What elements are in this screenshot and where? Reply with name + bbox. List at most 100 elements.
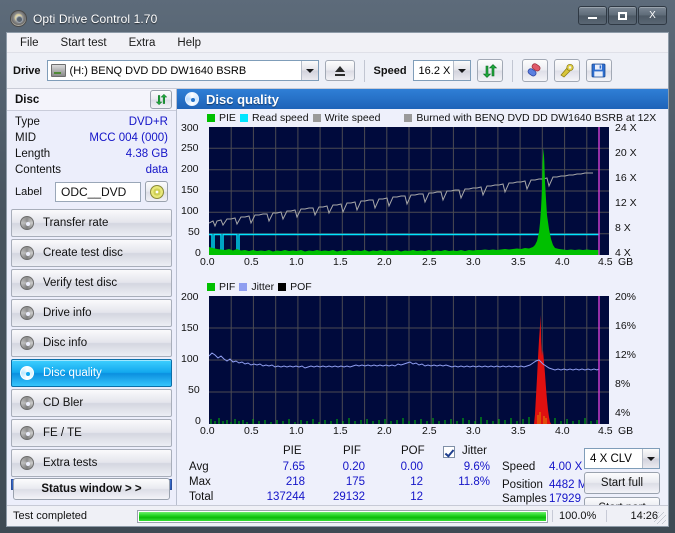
pie-chart-legend: PIE Read speed Write speed Burned with B… (177, 111, 668, 125)
toolbar-divider (363, 59, 365, 82)
pie-ytick-250: 250 (181, 142, 199, 154)
disc-icon (185, 92, 199, 106)
disc-label-label: Label (15, 185, 42, 198)
sidebar-item-create-test-disc[interactable]: Create test disc (11, 239, 172, 267)
legend-swatch-pof (278, 283, 287, 291)
disc-info-row: Type DVD+R (15, 114, 168, 130)
pif-ytick-150: 150 (181, 322, 199, 334)
disc-label-input[interactable]: ODC__DVD (55, 181, 141, 202)
drive-select-value: (H:) BENQ DVD DD DW1640 BSRB (69, 64, 247, 77)
sidebar-item-label: CD Bler (43, 397, 84, 409)
sidebar-item-disc-quality[interactable]: Disc quality (11, 359, 172, 387)
pie-xtick-8: 4.0 (555, 256, 570, 268)
resize-grip-icon[interactable] (654, 512, 666, 524)
save-icon (591, 63, 606, 78)
maximize-button[interactable] (608, 6, 637, 25)
pie-xtick-3: 1.5 (333, 256, 348, 268)
sidebar-item-cd-bler[interactable]: CD Bler (11, 389, 172, 417)
legend-swatch-write-speed (312, 114, 321, 122)
save-button[interactable] (585, 59, 612, 82)
pif-xtick-6: 3.0 (466, 425, 481, 437)
sidebar-item-extra-tests[interactable]: Extra tests (11, 449, 172, 477)
menu-help[interactable]: Help (174, 36, 204, 50)
pie-xtick-9: 4.5 (598, 256, 613, 268)
disc-label-value: ODC__DVD (61, 184, 127, 199)
sidebar-item-transfer-rate[interactable]: Transfer rate (11, 209, 172, 237)
progress-bar (137, 509, 548, 523)
menu-start-test[interactable]: Start test (58, 36, 110, 50)
stats-header-jitter: Jitter (462, 445, 487, 457)
stats-avg-pof: 0.00 (400, 461, 423, 473)
chevron-down-icon[interactable] (300, 61, 318, 80)
status-message: Test completed (13, 510, 87, 522)
drive-select[interactable]: (H:) BENQ DVD DD DW1640 BSRB (46, 60, 319, 81)
sidebar-item-label: Create test disc (43, 247, 123, 259)
pie-plot[interactable] (209, 127, 609, 255)
menu-file[interactable]: File (17, 36, 42, 50)
stats-avg-pif: 0.20 (342, 461, 365, 473)
pif-ytick-100: 100 (181, 353, 199, 365)
stats-row-label-total: Total (189, 491, 214, 503)
close-button[interactable]: X (638, 6, 667, 25)
progress-bar-fill (139, 511, 546, 521)
clv-speed-select[interactable]: 4 X CLV (584, 448, 660, 469)
chevron-down-icon[interactable] (642, 449, 659, 468)
disc-icon (20, 246, 34, 260)
pie-xtick-5: 2.5 (422, 256, 437, 268)
pie-chart: 300 250 200 150 100 50 0 24 X 20 X 16 X … (177, 122, 668, 277)
refresh-button[interactable] (476, 59, 503, 82)
jitter-checkbox[interactable] (443, 446, 455, 458)
status-bar: Test completed 100.0% 14:26 (7, 505, 668, 526)
speed-select[interactable]: 16.2 X (412, 60, 471, 81)
pie-xtick-7: 3.5 (511, 256, 526, 268)
sidebar-item-fe-te[interactable]: FE / TE (11, 419, 172, 447)
drive-label: Drive (13, 64, 41, 77)
pif-xtick-9: 4.5 (598, 425, 613, 437)
tools-button[interactable] (553, 59, 580, 82)
sidebar-item-disc-info[interactable]: Disc info (11, 329, 172, 357)
pie-ytick-50: 50 (188, 226, 200, 238)
pie-y2tick-12x: 12 X (615, 197, 637, 209)
stats-header-pie: PIE (283, 445, 302, 457)
refresh-icon (155, 93, 167, 106)
disc-icon (20, 396, 34, 410)
pie-ytick-200: 200 (181, 163, 199, 175)
disc-header: Disc (7, 89, 176, 111)
sidebar-item-verify-test-disc[interactable]: Verify test disc (11, 269, 172, 297)
tools-icon (560, 63, 574, 78)
drive-icon (50, 64, 66, 77)
disc-icon (20, 426, 34, 440)
stats-max-pof: 12 (410, 476, 423, 488)
status-window-button[interactable]: Status window > > (13, 478, 170, 500)
disc-length-label: Length (15, 148, 51, 160)
erase-button[interactable] (521, 59, 548, 82)
minimize-button[interactable] (578, 6, 607, 25)
chevron-down-icon[interactable] (452, 61, 470, 80)
disc-mid-value: MCC 004 (000) (89, 132, 168, 144)
disc-refresh-button[interactable] (150, 90, 172, 109)
menu-extra[interactable]: Extra (126, 36, 159, 50)
drive-toolbar: Drive (H:) BENQ DVD DD DW1640 BSRB Speed… (7, 53, 668, 89)
pif-plot[interactable] (209, 296, 609, 424)
sidebar-item-label: Transfer rate (43, 217, 109, 229)
pif-xtick-2: 1.0 (289, 425, 304, 437)
pie-y2tick-16x: 16 X (615, 172, 637, 184)
pif-xtick-0: 0.0 (200, 425, 215, 437)
pie-ytick-150: 150 (181, 184, 199, 196)
legend-label-read-speed: Read speed (251, 112, 309, 124)
disc-length-value: 4.38 GB (125, 148, 168, 160)
pie-xtick-2: 1.0 (289, 256, 304, 268)
disc-info-row: MID MCC 004 (000) (15, 130, 168, 146)
stats-avg-jitter: 9.6% (463, 461, 490, 473)
pie-xtick-1: 0.5 (244, 256, 259, 268)
legend-label-write-speed: Write speed (324, 112, 381, 124)
disc-icon (20, 216, 34, 230)
disc-icon-button[interactable] (145, 181, 168, 202)
page-title: Disc quality (206, 91, 279, 107)
readout-position-label: Position (502, 479, 543, 491)
start-full-button[interactable]: Start full (584, 472, 660, 494)
eject-button[interactable] (324, 60, 355, 81)
sidebar-item-drive-info[interactable]: Drive info (11, 299, 172, 327)
stats-max-pif: 175 (345, 476, 365, 488)
disc-mid-label: MID (15, 132, 37, 144)
